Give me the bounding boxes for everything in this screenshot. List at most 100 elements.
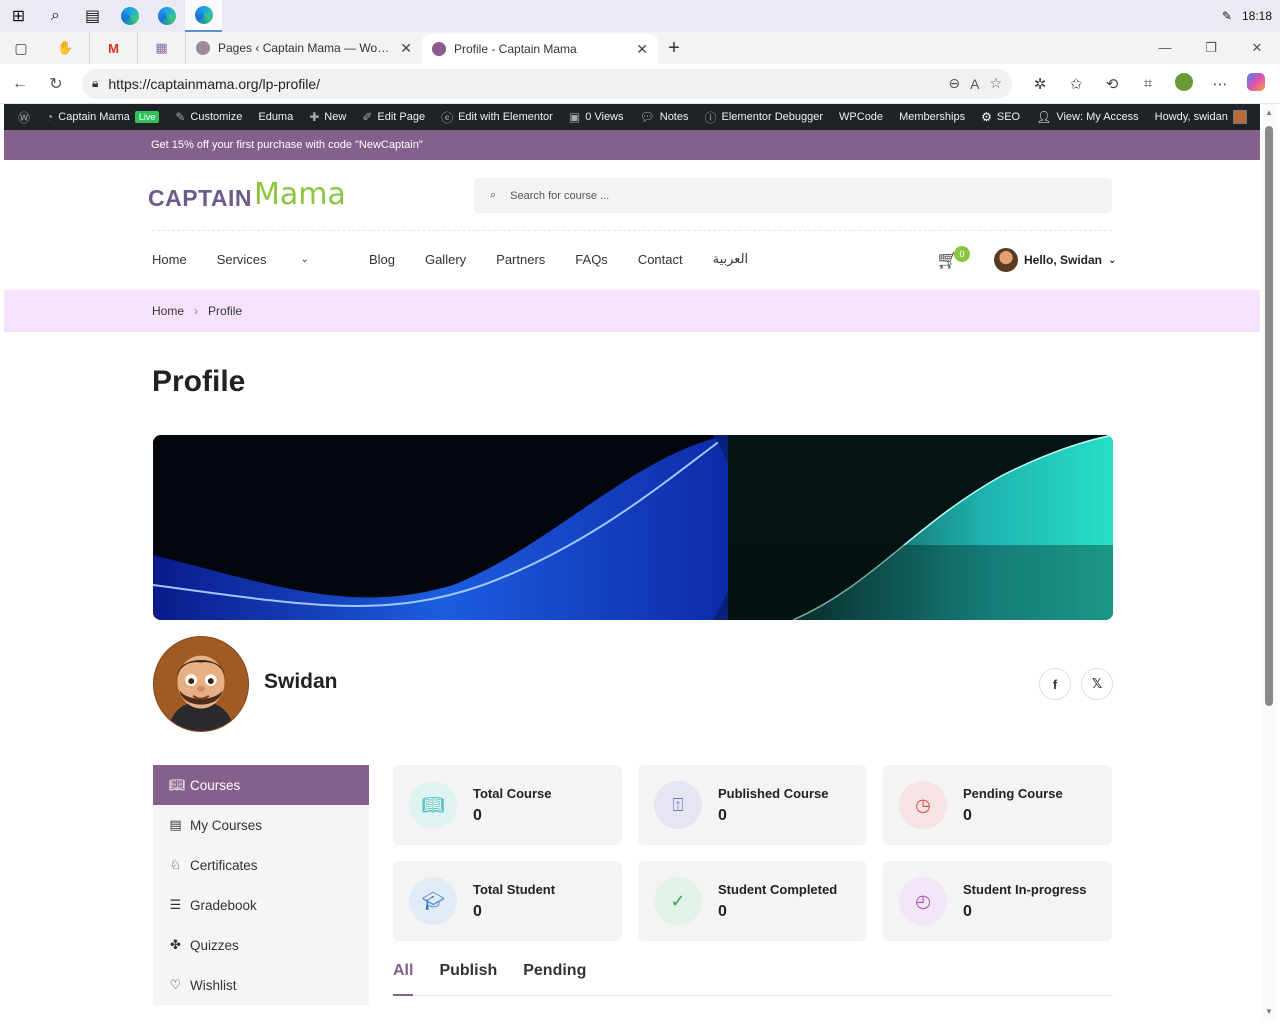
wp-logo-menu[interactable]: Ⓦ (10, 109, 38, 126)
info-icon: ⓘ (704, 110, 717, 125)
certificate-icon: ♘ (169, 857, 182, 872)
stat-value: 0 (963, 806, 972, 824)
wp-site-name[interactable]: ◔ Captain Mama Live (38, 110, 167, 124)
sidebar-item-certificates[interactable]: ♘ Certificates (153, 845, 369, 885)
start-menu-icon[interactable]: ⊞ (0, 0, 37, 32)
taskbar-edge-app-3[interactable] (185, 0, 222, 32)
refresh-icon[interactable]: ↻ (38, 74, 74, 94)
pinned-tab-1[interactable]: ✋ (42, 32, 90, 64)
site-logo[interactable]: CAPTAIN Mama (148, 172, 346, 212)
screenshot-icon[interactable]: ⌗ (1130, 75, 1166, 92)
sidebar-item-quizzes[interactable]: ✤ Quizzes (153, 925, 369, 965)
favorites-icon[interactable]: ✩ (1058, 75, 1094, 93)
pinned-tab-gmail[interactable]: M (90, 32, 138, 64)
tab-publish[interactable]: Publish (439, 962, 497, 996)
taskbar-edge-app-1[interactable] (111, 0, 148, 32)
close-window-icon[interactable]: ✕ (1234, 40, 1280, 56)
pen-icon[interactable]: ✎ (1222, 9, 1232, 23)
more-menu-icon[interactable]: ⋯ (1202, 75, 1238, 93)
close-tab-icon[interactable]: ✕ (400, 40, 412, 57)
nav-arabic[interactable]: العربية (713, 252, 749, 267)
wp-customize[interactable]: ✎ Customize (167, 110, 250, 124)
sidebar-item-my-courses[interactable]: ▤ My Courses (153, 805, 369, 845)
new-tab-button[interactable]: + (658, 37, 690, 60)
stat-pending-course: ◷ Pending Course 0 (883, 765, 1112, 845)
wp-theme[interactable]: Eduma (250, 111, 301, 123)
stat-value: 0 (473, 806, 482, 824)
database-icon: ☰ (169, 897, 182, 912)
breadcrumb-home[interactable]: Home (152, 304, 184, 318)
debugger-label: Elementor Debugger (721, 111, 824, 123)
wp-edit-elementor[interactable]: ⓔ Edit with Elementor (433, 109, 561, 126)
gmail-icon: M (108, 40, 119, 56)
wp-memberships[interactable]: Memberships (891, 111, 973, 123)
search-icon[interactable]: ⌕ (37, 0, 74, 32)
history-icon[interactable]: ⟲ (1094, 75, 1130, 93)
profile-icon[interactable] (1166, 72, 1202, 95)
lock-icon[interactable]: 🔒︎ (92, 76, 98, 91)
address-bar[interactable]: 🔒︎ https://captainmama.org/lp-profile/ ⊖… (82, 68, 1012, 99)
stat-label: Pending Course (963, 785, 1063, 801)
stat-label: Published Course (718, 785, 829, 801)
scroll-down-icon[interactable]: ▼ (1265, 1007, 1273, 1016)
tab-actions-icon[interactable]: ▢ (0, 32, 42, 64)
tab-wordpress-pages[interactable]: Pages ‹ Captain Mama — WordPress ✕ (186, 32, 422, 64)
chevron-right-icon: › (194, 304, 199, 318)
promo-bar: Get 15% off your first purchase with cod… (4, 130, 1260, 160)
facebook-button[interactable]: f (1039, 668, 1071, 700)
tab-pending[interactable]: Pending (523, 962, 586, 996)
sidebar-item-gradebook[interactable]: ☰ Gradebook (153, 885, 369, 925)
browser-tabstrip: ▢ ✋ M ▦ Pages ‹ Captain Mama — WordPress… (0, 32, 1280, 64)
nav-services[interactable]: Services ⌄ (217, 252, 339, 267)
nav-home[interactable]: Home (152, 252, 187, 267)
wp-notes[interactable]: 💬︎ Notes (632, 110, 697, 124)
nav-faqs[interactable]: FAQs (575, 252, 608, 267)
stat-student-completed: ✓ Student Completed 0 (638, 861, 867, 941)
restore-icon[interactable]: ❐ (1188, 40, 1234, 56)
zoom-icon[interactable]: ⊖ (948, 75, 960, 92)
sidebar-item-label: My Courses (190, 817, 263, 833)
nav-partners[interactable]: Partners (496, 252, 545, 267)
wp-howdy[interactable]: Howdy, swidan (1147, 110, 1255, 124)
read-aloud-icon[interactable]: A (970, 76, 979, 92)
sidebar-item-courses[interactable]: 📖︎ Courses (153, 765, 369, 805)
copilot-icon[interactable] (1238, 72, 1274, 95)
course-search-input[interactable]: ⌕ Search for course ... (474, 178, 1112, 213)
page-scrollbar[interactable]: ▲ ▼ (1262, 104, 1276, 1020)
minimize-icon[interactable]: — (1142, 40, 1188, 56)
close-tab-icon[interactable]: ✕ (636, 41, 648, 58)
extensions-icon[interactable]: ✲ (1022, 75, 1058, 93)
avatar-illustration (154, 637, 248, 731)
x-twitter-button[interactable]: 𝕏 (1081, 668, 1113, 700)
nav-contact[interactable]: Contact (638, 252, 683, 267)
user-menu[interactable]: Hello, Swidan ⌄ (994, 248, 1116, 272)
wp-wpcode[interactable]: WPCode (831, 111, 891, 123)
wp-edit-page[interactable]: ✐ Edit Page (354, 110, 433, 124)
clock[interactable]: 18:18 (1242, 9, 1272, 23)
wp-view-access[interactable]: 👤︎ View: My Access (1028, 110, 1147, 124)
wp-admin-bar: Ⓦ ◔ Captain Mama Live ✎ Customize Eduma ✚ Ne… (4, 104, 1270, 130)
cover-waves (153, 435, 1113, 620)
search-icon: ⌕ (490, 189, 497, 201)
profile-avatar[interactable] (153, 636, 249, 732)
profile-cover-image (153, 435, 1113, 620)
nav-gallery[interactable]: Gallery (425, 252, 466, 267)
user-greeting: Hello, Swidan (1024, 253, 1103, 267)
wp-seo[interactable]: ⚙ SEO (973, 110, 1028, 124)
sidebar-item-wishlist[interactable]: ♡ Wishlist (153, 965, 369, 1005)
favorite-star-icon[interactable]: ☆ (989, 75, 1002, 92)
wp-views[interactable]: ▣ 0 Views (561, 110, 632, 124)
scroll-up-icon[interactable]: ▲ (1265, 108, 1273, 117)
tab-profile[interactable]: Profile - Captain Mama ✕ (422, 34, 658, 64)
wp-debugger[interactable]: ⓘ Elementor Debugger (697, 109, 832, 126)
wp-new[interactable]: ✚ New (301, 110, 354, 124)
scrollbar-thumb[interactable] (1265, 126, 1273, 706)
taskbar-edge-app-2[interactable] (148, 0, 185, 32)
nav-blog[interactable]: Blog (369, 252, 395, 267)
pinned-tab-3[interactable]: ▦ (138, 32, 186, 64)
heart-icon: ♡ (169, 977, 182, 992)
tab-all[interactable]: All (393, 962, 414, 996)
task-view-icon[interactable]: ▤ (74, 0, 111, 32)
publish-board-icon: ⍐ (654, 781, 702, 829)
back-icon[interactable]: ← (2, 75, 38, 93)
